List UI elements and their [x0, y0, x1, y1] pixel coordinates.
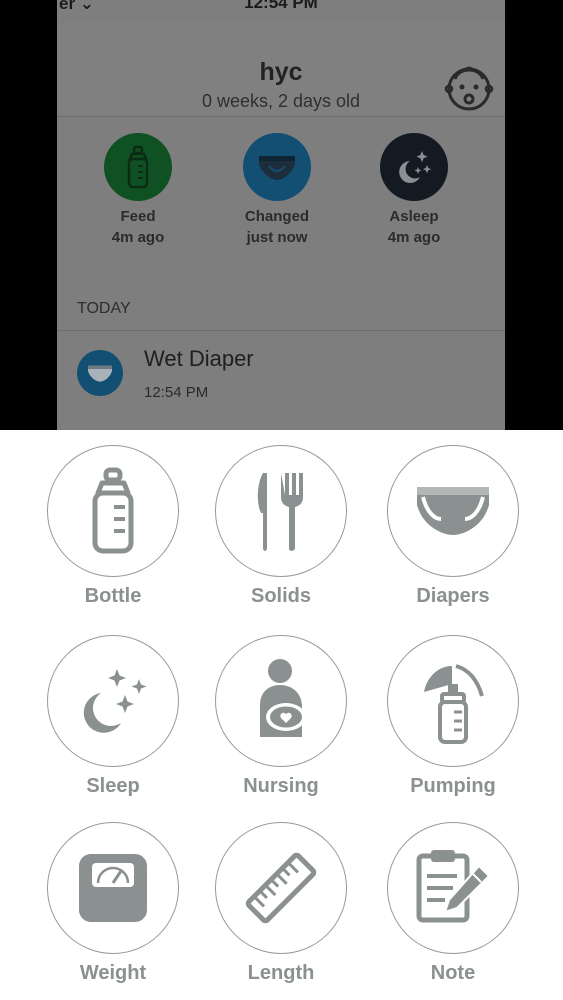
baby-name: hyc	[259, 58, 303, 86]
quick-status-title: Asleep	[389, 208, 439, 225]
section-header-today: TODAY	[77, 300, 131, 317]
action-circle[interactable]	[47, 635, 179, 767]
dimmed-app-screen: er ⌄ 12:54 PM hyc 0 weeks, 2 days old Fe…	[57, 0, 505, 430]
status-bar: er ⌄ 12:54 PM	[57, 0, 505, 22]
action-circle[interactable]	[387, 635, 519, 767]
breast-pump-icon	[424, 664, 484, 744]
action-solids[interactable]: Solids	[196, 445, 366, 608]
add-entry-sheet: Bottle Solids Diapers Sleep Nursing Pump…	[0, 430, 563, 1000]
scale-icon	[79, 854, 147, 922]
quick-status-changed[interactable]: Changed just now	[222, 133, 332, 248]
ruler-icon	[245, 852, 317, 924]
action-note[interactable]: Note	[368, 822, 538, 985]
baby-face-icon[interactable]	[441, 59, 497, 115]
action-label: Sleep	[86, 775, 140, 797]
section-divider	[57, 330, 505, 331]
quick-status-title: Feed	[120, 208, 156, 225]
action-circle[interactable]	[47, 822, 179, 954]
action-label: Solids	[250, 585, 311, 607]
action-nursing[interactable]: Nursing	[196, 635, 366, 798]
nursing-icon	[260, 659, 306, 737]
timeline-entry-title[interactable]: Wet Diaper	[144, 346, 254, 372]
action-circle[interactable]	[387, 445, 519, 577]
diaper-icon	[77, 350, 123, 396]
action-pumping[interactable]: Pumping	[368, 635, 538, 798]
quick-status-feed[interactable]: Feed 4m ago	[83, 133, 193, 248]
action-label: Note	[430, 962, 476, 984]
action-label: Nursing	[243, 775, 319, 797]
action-circle[interactable]	[47, 445, 179, 577]
profile-header: hyc 0 weeks, 2 days old	[57, 22, 505, 117]
bottle-icon	[104, 133, 172, 201]
quick-status-time: just now	[246, 229, 308, 246]
action-label: Weight	[79, 962, 147, 984]
action-circle[interactable]	[387, 822, 519, 954]
quick-status-asleep[interactable]: Asleep 4m ago	[359, 133, 469, 248]
baby-age: 0 weeks, 2 days old	[201, 91, 361, 111]
diaper-icon	[243, 133, 311, 201]
note-icon	[416, 850, 491, 923]
action-circle[interactable]	[215, 445, 347, 577]
moon-stars-icon	[380, 133, 448, 201]
action-label: Diapers	[416, 585, 490, 607]
action-length[interactable]: Length	[196, 822, 366, 985]
action-label: Length	[247, 962, 315, 984]
quick-status-time: 4m ago	[387, 229, 441, 246]
bottle-icon	[92, 467, 134, 554]
timeline-entry-time: 12:54 PM	[144, 384, 209, 401]
action-diapers[interactable]: Diapers	[368, 445, 538, 608]
quick-status-time: 4m ago	[111, 229, 165, 246]
action-sleep[interactable]: Sleep	[28, 635, 198, 798]
action-label: Bottle	[84, 585, 142, 607]
quick-status-title: Changed	[244, 208, 310, 225]
action-bottle[interactable]: Bottle	[28, 445, 198, 608]
moon-stars-icon	[83, 669, 147, 733]
action-label: Pumping	[410, 775, 496, 797]
action-circle[interactable]	[215, 635, 347, 767]
fork-knife-icon	[257, 473, 303, 551]
status-clock: 12:54 PM	[244, 0, 318, 12]
action-circle[interactable]	[215, 822, 347, 954]
action-weight[interactable]: Weight	[28, 822, 198, 985]
diaper-icon	[417, 487, 489, 535]
